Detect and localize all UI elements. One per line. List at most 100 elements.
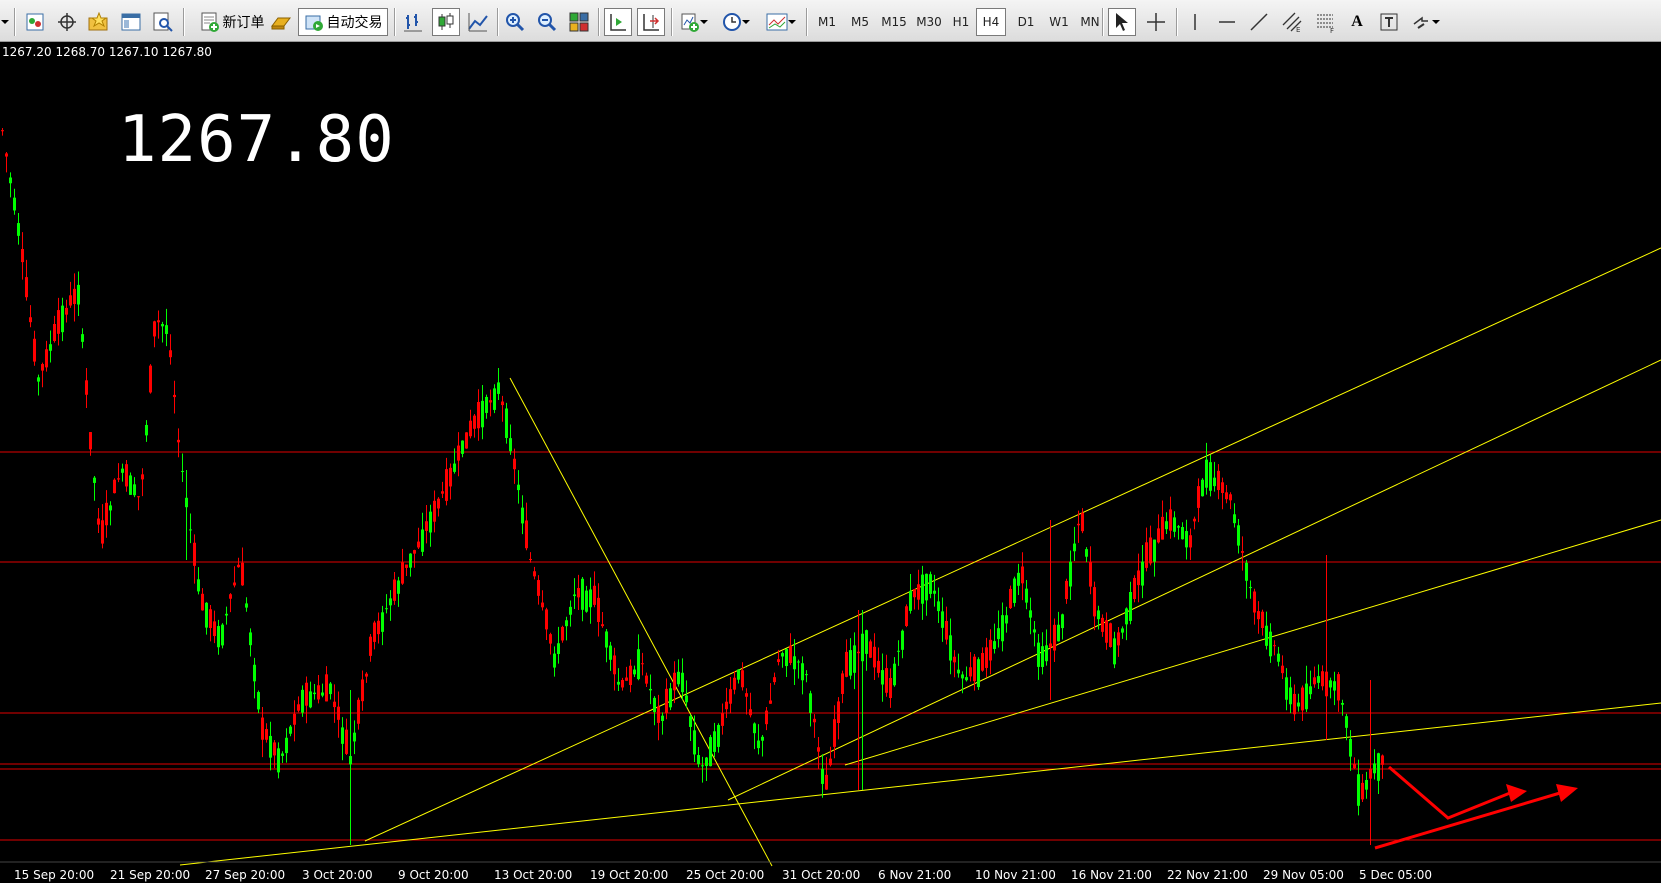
candle-body [889, 677, 892, 699]
metaeditor-button[interactable] [268, 8, 294, 36]
candle-body [769, 700, 772, 704]
candle-body [297, 704, 300, 711]
candle-body [201, 593, 204, 611]
strategy-tester-button[interactable] [150, 8, 176, 36]
arrows-tool-button[interactable] [1408, 8, 1444, 36]
candle-body [45, 349, 48, 368]
zoom-in-button[interactable] [502, 8, 528, 36]
candle-body [881, 670, 884, 685]
timeframe-m1-button[interactable]: M1 [812, 8, 842, 36]
timeframe-d1-button[interactable]: D1 [1011, 8, 1041, 36]
candle-body [905, 606, 908, 627]
candle-body [513, 458, 516, 470]
candle-body [393, 579, 396, 601]
trendline-tool-button[interactable] [1246, 8, 1272, 36]
timeframe-m5-button[interactable]: M5 [845, 8, 875, 36]
timeframe-w1-button[interactable]: W1 [1044, 8, 1074, 36]
candle-body [89, 432, 92, 450]
candle-body [465, 432, 468, 449]
candle-body [29, 317, 32, 323]
toolbar-dropdown-arrow[interactable] [0, 8, 10, 36]
candle-body [533, 571, 536, 577]
candle-body [1321, 671, 1324, 687]
bar-chart-button[interactable] [400, 8, 426, 36]
toolbar-separator [497, 8, 499, 36]
candle-body [689, 716, 692, 727]
gold-bar-icon [271, 17, 291, 30]
zoom-out-button[interactable] [534, 8, 560, 36]
templates-button[interactable] [762, 8, 800, 36]
timeframe-h4-button[interactable]: H4 [976, 8, 1006, 36]
new-chart-button[interactable] [22, 8, 48, 36]
auto-trading-button[interactable]: 自动交易 [298, 8, 388, 36]
candle-body [625, 677, 628, 681]
text-tool-button[interactable]: A [1344, 8, 1370, 36]
candle-body [585, 590, 588, 612]
candle-body [21, 248, 24, 263]
candle-body [25, 277, 28, 298]
horizontal-line-icon [1219, 21, 1235, 23]
toolbar-separator [1176, 8, 1178, 36]
tile-windows-button[interactable] [566, 8, 592, 36]
time-axis-label: 10 Nov 21:00 [975, 868, 1056, 882]
candle-body [785, 649, 788, 667]
candle-body [1117, 632, 1120, 646]
candle-body [1337, 674, 1340, 701]
candle-body [1277, 653, 1280, 662]
horizontal-line-tool-button[interactable] [1214, 8, 1240, 36]
candle-body [617, 681, 620, 685]
candle-body [1245, 562, 1248, 581]
candle-body [841, 673, 844, 694]
toolbar-separator [598, 8, 600, 36]
candle-body [1317, 676, 1320, 683]
toolbar-separator [183, 8, 185, 36]
candle-body [693, 730, 696, 755]
crosshair-tool-button[interactable] [1142, 8, 1170, 36]
candlestick-chart-button[interactable] [432, 8, 460, 36]
candle-body [53, 323, 56, 342]
cursor-tool-button[interactable] [1108, 8, 1136, 36]
crosshair-icon [1147, 13, 1165, 31]
periods-button[interactable] [718, 8, 754, 36]
timeframe-m15-button[interactable]: M15 [876, 8, 912, 36]
equidistant-channel-tool-button[interactable]: E [1278, 8, 1306, 36]
timeframe-mn-button[interactable]: MN [1075, 8, 1105, 36]
terminal-button[interactable] [118, 8, 144, 36]
candle-body [433, 500, 436, 522]
candle-body [901, 630, 904, 650]
candle-body [597, 597, 600, 623]
favorites-button[interactable] [86, 8, 112, 36]
candle-body [1049, 643, 1052, 648]
candle-body [1081, 512, 1084, 532]
candle-body [845, 651, 848, 677]
new-order-button[interactable]: 新订单 [190, 8, 274, 36]
candle-body [1377, 753, 1380, 781]
candle-body [741, 670, 744, 688]
fibonacci-tool-button[interactable]: F [1312, 8, 1340, 36]
indicators-button[interactable] [676, 8, 712, 36]
clock-icon [723, 13, 741, 31]
vertical-line-tool-button[interactable] [1182, 8, 1208, 36]
navigator-button[interactable] [54, 8, 80, 36]
candle-body [1345, 716, 1348, 728]
timeframe-h1-button[interactable]: H1 [946, 8, 976, 36]
text-label-tool-button[interactable] [1376, 8, 1402, 36]
candle-body [1121, 628, 1124, 633]
candle-body [577, 587, 580, 598]
candle-body [349, 756, 352, 765]
candle-body [181, 470, 184, 472]
candle-body [413, 550, 416, 554]
candle-body [1357, 774, 1360, 806]
candle-body [553, 653, 556, 668]
candle-body [1241, 551, 1244, 553]
line-chart-button[interactable] [465, 8, 491, 36]
candle-body [705, 757, 708, 766]
candle-body [1273, 645, 1276, 647]
auto-scroll-button[interactable] [604, 8, 632, 36]
candle-body [825, 774, 828, 790]
chart-shift-button[interactable] [637, 8, 665, 36]
candle-body [157, 320, 160, 323]
timeframe-m30-button[interactable]: M30 [911, 8, 947, 36]
new-order-icon [201, 12, 219, 32]
vertical-line-icon [1194, 14, 1196, 30]
